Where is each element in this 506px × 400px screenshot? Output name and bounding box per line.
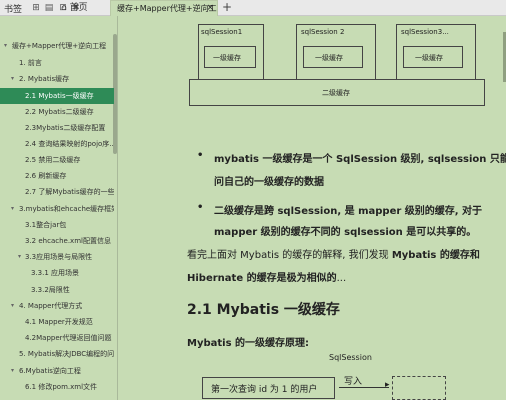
toc-item-active[interactable]: 2.1 Mybatis一级缓存 — [0, 88, 114, 104]
toc-item[interactable]: ▾ 3.mybatis和ehcache缓存框架... — [0, 201, 114, 217]
sqlsession-label: sqlSession1 — [201, 28, 243, 36]
write-label: 写入 — [344, 377, 363, 387]
bullet1-line2: 问自己的一级缓存的数据 — [214, 177, 324, 188]
toc-item-label: 2.2 Mybatis二级缓存 — [25, 108, 94, 116]
expand-icon[interactable]: ⊞ — [30, 2, 42, 14]
query-box-label: 第一次查询 id 为 1 的用户 — [211, 385, 318, 395]
chevron-down-icon[interactable]: ▾ — [11, 71, 14, 87]
arrow-right-icon: ▸ — [385, 380, 390, 390]
first-cache-label: 一级缓存 — [415, 54, 443, 62]
chevron-down-icon[interactable]: ▾ — [18, 249, 21, 265]
paragraph-text: ... — [336, 273, 347, 284]
sqlsession-label: sqlSession3... — [401, 28, 449, 36]
toc-item[interactable]: ▾ 2. Mybatis缓存 — [0, 71, 114, 87]
bullet2-line1: 二级缓存是跨 sqlSession, 是 mapper 级别的缓存, 对于 — [214, 206, 483, 217]
toc-item-label: 4.1 Mapper开发规范 — [25, 318, 93, 326]
toc-item-label: 2.1 Mybatis一级缓存 — [25, 92, 94, 100]
chevron-down-icon[interactable]: ▾ — [11, 201, 14, 217]
tab-document-label: 缓存+Mapper代理+逆向工程... — [117, 4, 217, 13]
toc-item[interactable]: ▾ 6.Mybatis逆向工程 — [0, 363, 114, 379]
toc-item[interactable]: 6.1 修改pom.xml文件 — [0, 379, 114, 395]
paragraph-text: 看完上面对 Mybatis 的缓存的解释, 我们发现 — [187, 250, 392, 261]
toc-item-label: 3.2 ehcache.xml配置信息 — [25, 237, 111, 245]
arrow-line — [339, 387, 389, 388]
toc-item-label: 缓存+Mapper代理+逆向工程 — [12, 42, 107, 50]
toc-item[interactable]: 3.3.2局限性 — [0, 282, 114, 298]
toc-item-label: 3.mybatis和ehcache缓存框架... — [19, 205, 114, 213]
toc-item[interactable]: ▾ 缓存+Mapper代理+逆向工程 — [0, 38, 114, 54]
toc-item-label: 3.3应用场景与局限性 — [25, 253, 93, 261]
toc-item[interactable]: 2.2 Mybatis二级缓存 — [0, 104, 114, 120]
toc-item[interactable]: 2.3Mybatis二级缓存配置 — [0, 120, 114, 136]
toc-item[interactable]: 1. 前言 — [0, 55, 114, 71]
toc-item[interactable]: 2.5 禁用二级缓存 — [0, 152, 114, 168]
toc-item[interactable]: 5. Mybatis解决JDBC编程的问... — [0, 346, 114, 362]
cache-box — [392, 376, 446, 400]
toc-item[interactable]: 2.4 查询结果映射的pojo序... — [0, 136, 114, 152]
toc-item[interactable]: 3.2 ehcache.xml配置信息 — [0, 233, 114, 249]
bullet2-line2: mapper 级别的缓存不同的 sqlsession 是可以共享的。 — [214, 227, 477, 238]
bullet-dot: • — [197, 150, 204, 161]
sqlsession-label: sqlSession 2 — [301, 28, 345, 36]
toc-item-label: 6.Mybatis逆向工程 — [19, 367, 81, 375]
toc-item[interactable]: 3.3.1 应用场景 — [0, 265, 114, 281]
bullet-dot: • — [197, 202, 204, 213]
section-subheading: Mybatis 的一级缓存原理: — [187, 338, 310, 349]
chevron-down-icon[interactable]: ▾ — [11, 363, 14, 379]
second-cache-label: 二级缓存 — [322, 89, 350, 97]
chevron-down-icon[interactable]: ▾ — [4, 38, 7, 54]
toc-item-label: 2.5 禁用二级缓存 — [25, 156, 81, 164]
add-tab-button[interactable]: + — [222, 0, 232, 15]
toc-item-label: 2. Mybatis缓存 — [19, 75, 70, 83]
outline-icon[interactable]: ▤ — [43, 2, 55, 14]
toc-item-label: 3.1整合jar包 — [25, 221, 67, 229]
toc-item-label: 6.1 修改pom.xml文件 — [25, 383, 98, 391]
close-icon[interactable]: × — [206, 1, 214, 16]
toc-item[interactable]: 3.1整合jar包 — [0, 217, 114, 233]
top-toolbar: 书签 ⊞ ▤ ⊡ ✖ ⌂ 首页 缓存+Mapper代理+逆向工程...× + — [0, 0, 506, 16]
toc-item-label: 3.3.2局限性 — [31, 286, 70, 294]
tab-home-label: 首页 — [69, 3, 88, 13]
toc-item-label: 2.3Mybatis二级缓存配置 — [25, 124, 106, 132]
bookmark-sidebar: ▾ 缓存+Mapper代理+逆向工程 1. 前言 ▾ 2. Mybatis缓存 2.… — [0, 16, 118, 400]
document-view: sqlSession1 一级缓存 sqlSession 2 一级缓存 sqlSe… — [119, 16, 506, 400]
tab-home[interactable]: ⌂ 首页 — [55, 1, 94, 15]
paragraph-bold-text: Hibernate 的缓存是极为相似的 — [187, 273, 337, 284]
toc-item[interactable]: 4.1 Mapper开发规范 — [0, 314, 114, 330]
toc-item-label: 5. Mybatis解决JDBC编程的问... — [19, 350, 114, 358]
toc-item-label: 1. 前言 — [19, 59, 42, 67]
toc-item-label: 2.6 刷新缓存 — [25, 172, 67, 180]
bookmarks-label: 书签 — [4, 5, 23, 15]
chevron-down-icon[interactable]: ▾ — [11, 298, 14, 314]
first-cache-label: 一级缓存 — [315, 54, 343, 62]
tab-document[interactable]: 缓存+Mapper代理+逆向工程...× — [110, 0, 218, 16]
paragraph-bold-text: Mybatis 的缓存和 — [391, 250, 480, 261]
toc-item-label: 3.3.1 应用场景 — [31, 269, 80, 277]
toc-item-label: 2.7 了解Mybatis缓存的一些... — [25, 188, 114, 196]
section-heading: 2.1 Mybatis 一级缓存 — [187, 302, 340, 318]
toc-item[interactable]: 2.7 了解Mybatis缓存的一些... — [0, 184, 114, 200]
toc-item-label: 2.4 查询结果映射的pojo序... — [25, 140, 114, 148]
paragraph-line2: Hibernate 的缓存是极为相似的... — [187, 269, 346, 284]
paragraph-line1: 看完上面对 Mybatis 的缓存的解释, 我们发现 Mybatis 的缓存和 — [187, 246, 480, 261]
toc-item-label: 4. Mapper代理方式 — [19, 302, 83, 310]
bullet1-line1: mybatis 一级缓存是一个 SqlSession 级别, sqlsessio… — [214, 154, 506, 165]
diagram2-title: SqlSession — [329, 353, 372, 362]
toc-item[interactable]: ▾ 4. Mapper代理方式 — [0, 298, 114, 314]
toc-item[interactable]: ▾ 3.3应用场景与局限性 — [0, 249, 114, 265]
home-icon: ⌂ — [61, 3, 70, 13]
toc-item-label: 4.2Mapper代理返回值问题 — [25, 334, 112, 342]
toc-item[interactable]: 2.6 刷新缓存 — [0, 168, 114, 184]
first-cache-label: 一级缓存 — [213, 54, 241, 62]
toc-item[interactable]: 4.2Mapper代理返回值问题 — [0, 330, 114, 346]
